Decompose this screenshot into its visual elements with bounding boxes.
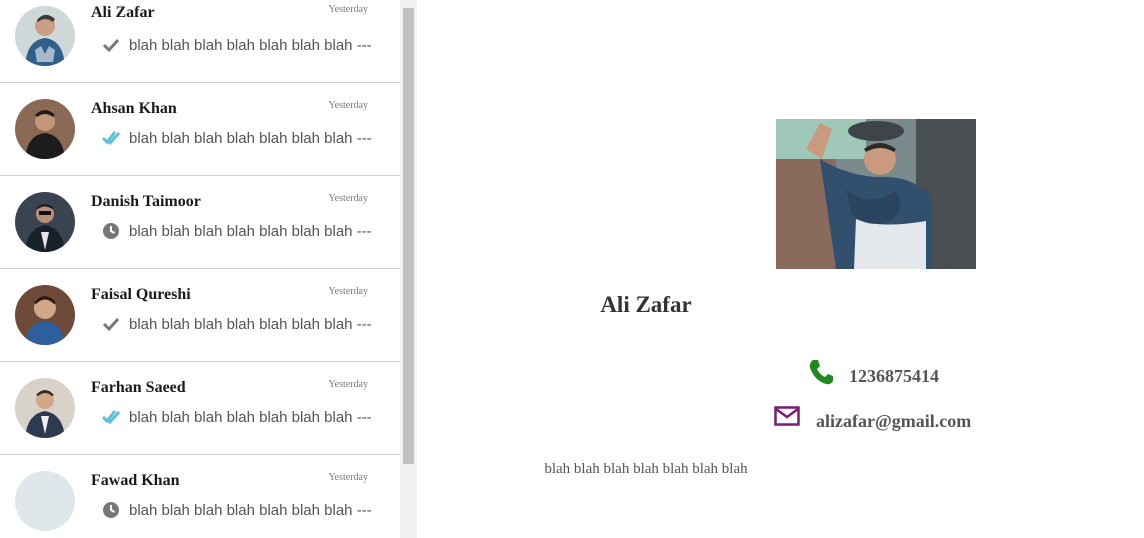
scroll-up-arrow[interactable] — [400, 0, 417, 12]
double-check-icon — [102, 410, 120, 425]
avatar — [15, 99, 75, 159]
chat-item-danish-taimoor[interactable]: Danish Taimoor Yesterday blah blah blah … — [0, 176, 400, 269]
profile-panel: Ali Zafar 1236875414 alizafar@gmail.com … — [417, 0, 1144, 538]
timestamp: Yesterday — [328, 379, 368, 390]
timestamp: Yesterday — [328, 193, 368, 204]
contact-name: Danish Taimoor — [91, 193, 201, 210]
scrollbar[interactable] — [400, 0, 417, 538]
message-preview: blah blah blah blah blah blah blah --- — [129, 316, 372, 333]
contact-name: Faisal Qureshi — [91, 286, 191, 303]
clock-icon — [103, 502, 119, 518]
message-preview: blah blah blah blah blah blah blah --- — [129, 130, 372, 147]
profile-bio: blah blah blah blah blah blah blah — [544, 461, 748, 477]
double-check-icon — [102, 131, 120, 146]
phone-icon — [809, 360, 833, 385]
profile-photo — [776, 119, 976, 269]
timestamp: Yesterday — [328, 4, 368, 15]
chat-list: Ali Zafar Yesterday blah blah blah blah … — [0, 0, 400, 538]
avatar — [15, 6, 75, 66]
contact-name: Ahsan Khan — [91, 100, 177, 117]
clock-icon — [103, 223, 119, 239]
contact-name: Ali Zafar — [91, 4, 155, 21]
phone-number: 1236875414 — [849, 366, 939, 386]
email-address: alizafar@gmail.com — [816, 411, 972, 431]
chat-item-ahsan-khan[interactable]: Ahsan Khan Yesterday blah blah blah blah… — [0, 83, 400, 176]
contact-name: Fawad Khan — [91, 472, 180, 489]
avatar — [15, 378, 75, 438]
envelope-icon — [774, 406, 800, 426]
profile-name: Ali Zafar — [600, 292, 692, 317]
avatar-placeholder — [15, 471, 75, 531]
message-preview: blah blah blah blah blah blah blah --- — [129, 223, 372, 240]
chat-item-farhan-saeed[interactable]: Farhan Saeed Yesterday blah blah blah bl… — [0, 362, 400, 455]
avatar — [15, 192, 75, 252]
message-preview: blah blah blah blah blah blah blah --- — [129, 502, 372, 519]
timestamp: Yesterday — [328, 100, 368, 111]
chat-item-ali-zafar[interactable]: Ali Zafar Yesterday blah blah blah blah … — [0, 0, 400, 83]
contact-name: Farhan Saeed — [91, 379, 186, 396]
check-icon — [102, 317, 120, 332]
message-preview: blah blah blah blah blah blah blah --- — [129, 37, 372, 54]
message-preview: blah blah blah blah blah blah blah --- — [129, 409, 372, 426]
check-icon — [102, 38, 120, 53]
avatar — [15, 285, 75, 345]
scrollbar-thumb[interactable] — [403, 8, 414, 464]
